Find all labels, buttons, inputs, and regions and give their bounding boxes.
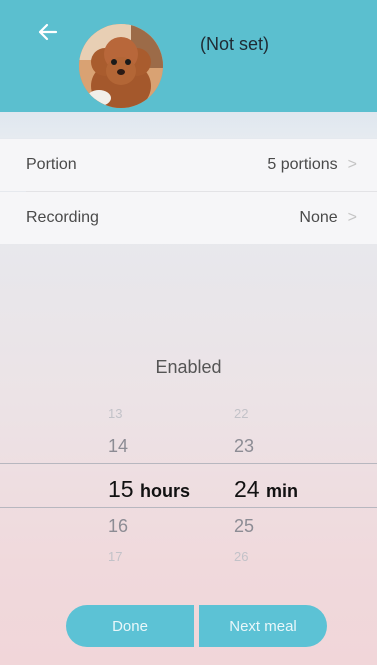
chevron-right-icon: > bbox=[347, 156, 357, 173]
header-fade bbox=[0, 112, 377, 138]
dog-photo-icon bbox=[79, 24, 163, 108]
hour-selected-value: 15 bbox=[108, 476, 134, 502]
done-button[interactable]: Done bbox=[66, 605, 194, 647]
enabled-label: Enabled bbox=[155, 357, 222, 377]
portion-label: Portion bbox=[26, 156, 77, 173]
hour-option[interactable]: 16 bbox=[108, 516, 128, 537]
minutes-wheel[interactable]: 22 23 24 min 25 26 bbox=[234, 402, 344, 567]
arrow-left-icon bbox=[38, 23, 58, 41]
minute-option[interactable]: 22 bbox=[234, 406, 248, 421]
portion-value: 5 portions bbox=[267, 156, 338, 173]
back-button[interactable] bbox=[34, 18, 62, 46]
recording-value: None bbox=[299, 209, 338, 226]
minute-option[interactable]: 26 bbox=[234, 549, 248, 564]
hour-selected[interactable]: 15 hours bbox=[108, 476, 190, 503]
hour-option[interactable]: 13 bbox=[108, 406, 122, 421]
hour-option[interactable]: 14 bbox=[108, 436, 128, 457]
minute-unit-label: min bbox=[265, 481, 298, 501]
next-meal-button[interactable]: Next meal bbox=[199, 605, 327, 647]
minute-selected[interactable]: 24 min bbox=[234, 476, 298, 503]
header-bar: (Not set) bbox=[0, 0, 377, 112]
minute-option[interactable]: 25 bbox=[234, 516, 254, 537]
recording-label: Recording bbox=[26, 209, 99, 226]
minute-selected-value: 24 bbox=[234, 476, 260, 502]
hours-wheel[interactable]: 13 14 15 hours 16 17 bbox=[108, 402, 218, 567]
recording-row[interactable]: Recording None > bbox=[0, 192, 377, 244]
chevron-right-icon: > bbox=[347, 209, 357, 226]
minute-option[interactable]: 23 bbox=[234, 436, 254, 457]
pet-name-title: (Not set) bbox=[200, 34, 270, 54]
hour-option[interactable]: 17 bbox=[108, 549, 122, 564]
pet-avatar[interactable] bbox=[79, 24, 163, 108]
hour-unit-label: hours bbox=[139, 481, 190, 501]
portion-row[interactable]: Portion 5 portions > bbox=[0, 139, 377, 191]
